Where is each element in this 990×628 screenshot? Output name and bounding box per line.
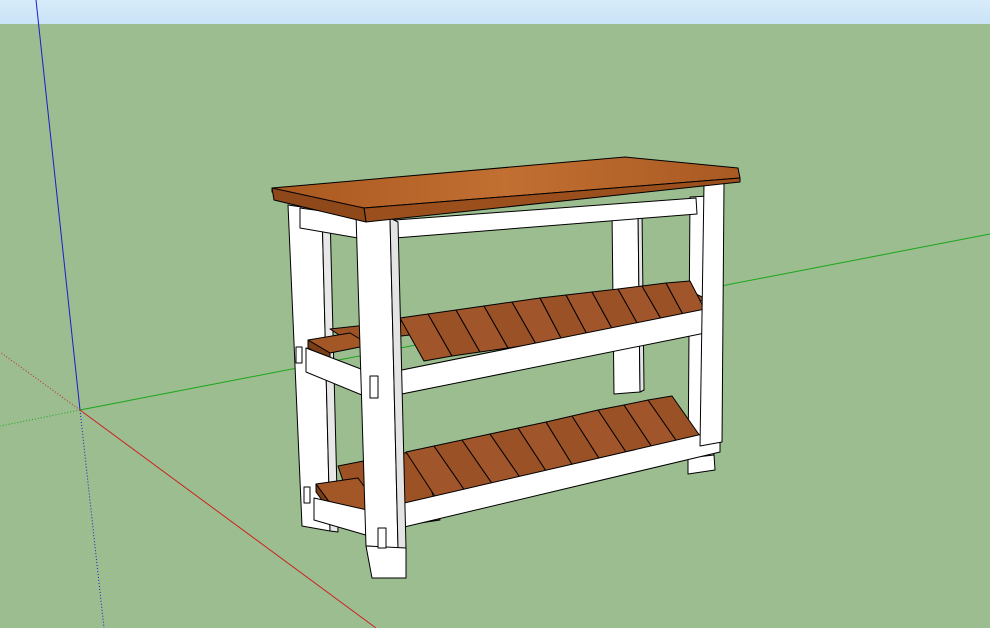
joint-marker: [369, 375, 379, 399]
sky: [0, 0, 990, 24]
front-right-leg: [699, 181, 725, 447]
joint-marker: [295, 346, 303, 364]
scene-canvas[interactable]: [0, 0, 990, 628]
joint-marker: [377, 527, 387, 549]
joint-marker: [303, 486, 311, 504]
modeling-viewport[interactable]: [0, 0, 990, 628]
